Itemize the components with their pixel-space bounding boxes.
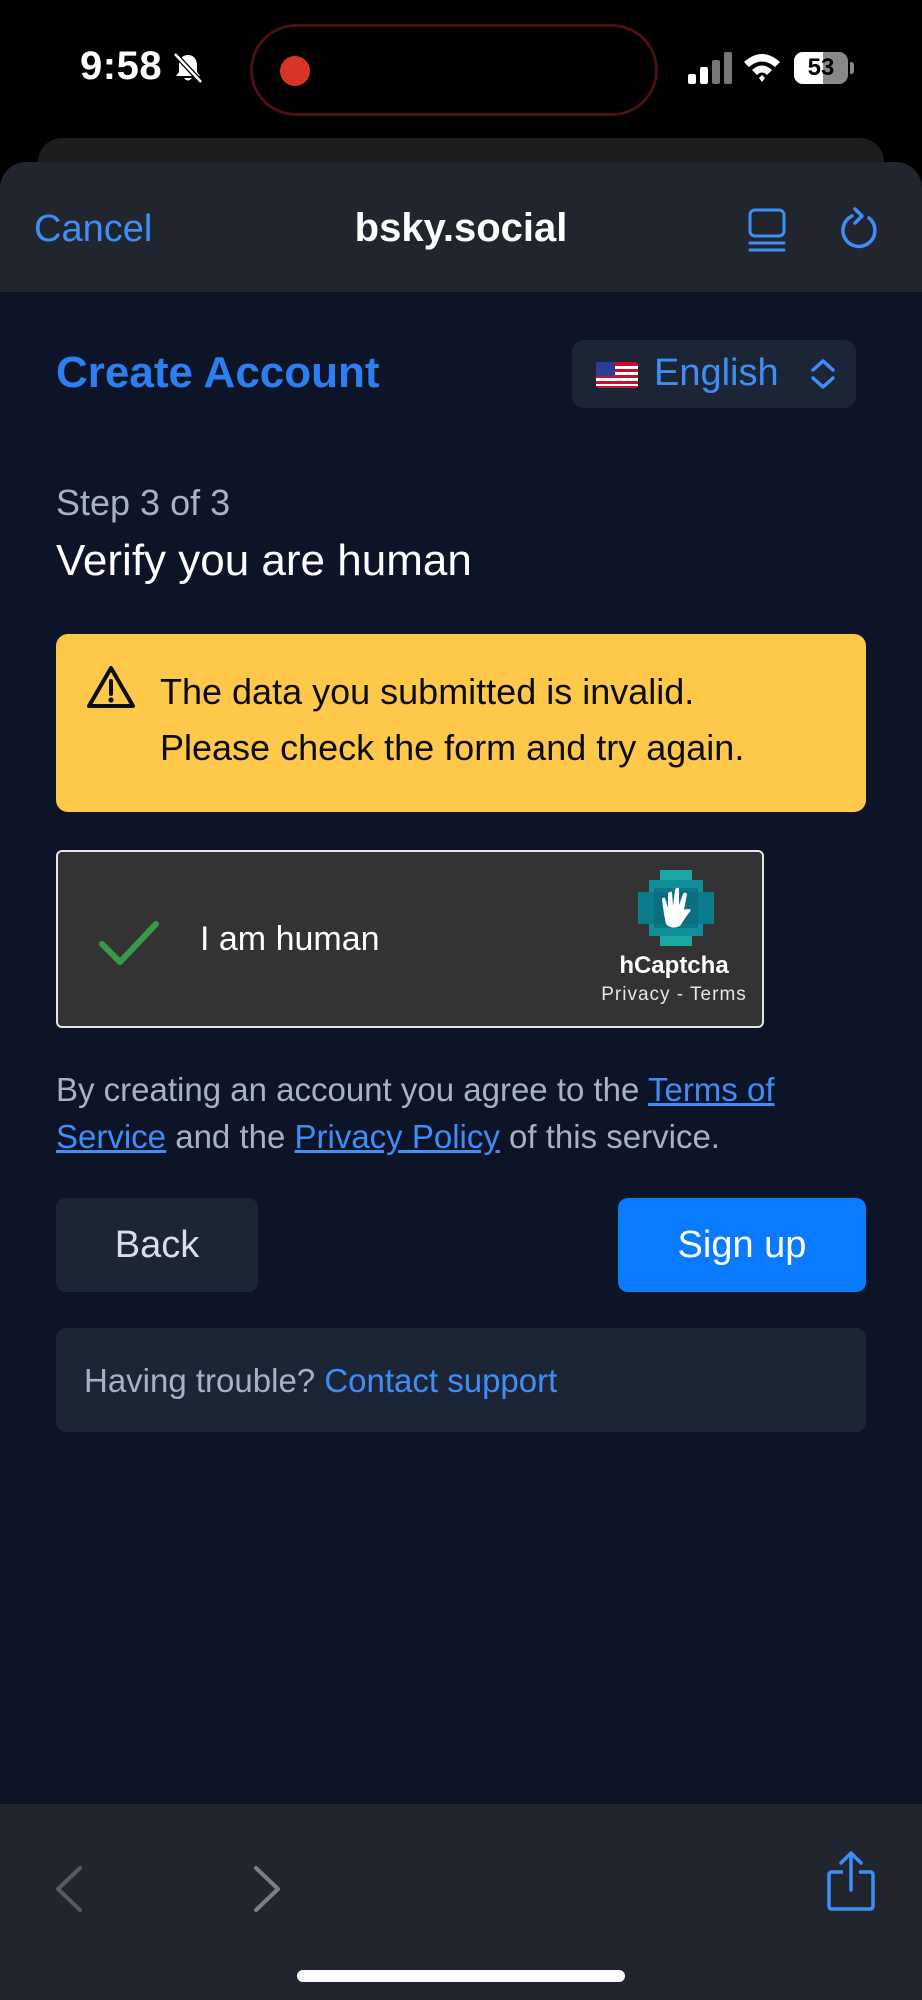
support-box: Having trouble? Contact support <box>56 1328 866 1432</box>
sign-up-button[interactable]: Sign up <box>618 1198 866 1292</box>
share-icon[interactable] <box>826 1850 876 1912</box>
reader-mode-icon[interactable] <box>746 206 790 254</box>
language-select[interactable]: English <box>572 340 856 408</box>
cellular-signal-icon <box>688 52 732 84</box>
checkmark-icon[interactable] <box>98 918 160 968</box>
browser-header: Cancel bsky.social <box>0 162 922 292</box>
battery-indicator: 53 <box>794 52 854 84</box>
us-flag-icon <box>596 362 638 388</box>
page-content: Create Account English Step 3 of 3 Verif… <box>0 292 922 1804</box>
bell-slash-icon <box>173 52 203 84</box>
warning-icon <box>87 666 135 708</box>
captcha-label: I am human <box>200 920 380 958</box>
step-heading: Verify you are human <box>56 536 472 585</box>
status-bar: 9:58 53 <box>0 0 922 178</box>
home-indicator <box>297 1970 625 1982</box>
language-label: English <box>654 352 779 394</box>
status-time: 9:58 <box>80 44 163 88</box>
error-alert: The data you submitted is invalid. Pleas… <box>56 634 866 812</box>
privacy-policy-link[interactable]: Privacy Policy <box>295 1118 500 1155</box>
reload-icon[interactable] <box>836 206 884 254</box>
back-button[interactable]: Back <box>56 1198 258 1292</box>
cancel-button[interactable]: Cancel <box>34 208 152 251</box>
support-prompt: Having trouble? <box>84 1362 325 1399</box>
battery-percent: 53 <box>807 54 835 81</box>
step-indicator: Step 3 of 3 <box>56 482 231 523</box>
chevron-left-icon[interactable] <box>52 1864 86 1914</box>
dynamic-island <box>250 24 658 116</box>
wifi-icon <box>744 54 780 82</box>
alert-message: The data you submitted is invalid. Pleas… <box>160 664 850 776</box>
captcha-privacy-terms-links[interactable]: Privacy - Terms <box>564 984 784 1006</box>
alert-line-1: The data you submitted is invalid. <box>160 671 695 712</box>
page-title: Create Account <box>56 348 380 397</box>
chevron-right-icon[interactable] <box>250 1864 284 1914</box>
recording-indicator <box>280 56 310 86</box>
terms-notice: By creating an account you agree to the … <box>56 1071 775 1155</box>
hcaptcha-brand: hCaptcha <box>619 952 729 979</box>
hcaptcha-logo-icon <box>638 870 714 946</box>
contact-support-link[interactable]: Contact support <box>324 1362 557 1399</box>
browser-toolbar <box>0 1804 922 2000</box>
alert-line-2: Please check the form and try again. <box>160 727 745 768</box>
chevron-up-down-icon <box>811 359 835 389</box>
hcaptcha-widget[interactable]: I am human hCaptcha Privacy - Terms <box>56 850 764 1028</box>
